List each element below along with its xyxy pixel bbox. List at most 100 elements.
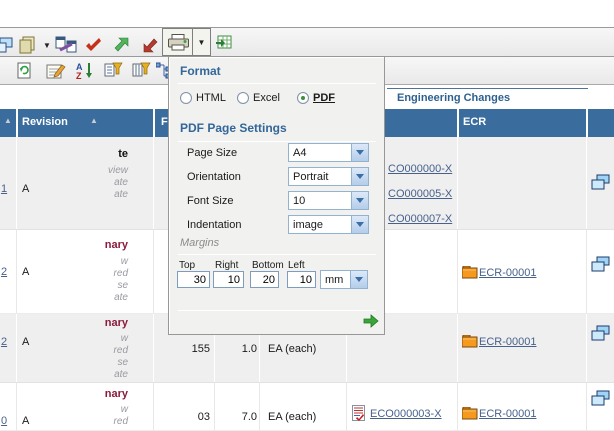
column-header-revision[interactable]: Revision — [22, 116, 68, 128]
font-size-label: Font Size — [187, 195, 233, 207]
lifecycle-phase-cell: nary w red se ate — [58, 317, 128, 381]
orientation-select[interactable]: Portrait — [288, 167, 369, 186]
chevron-down-icon[interactable] — [351, 192, 368, 209]
open-in-window-icon[interactable] — [591, 174, 610, 193]
folder-icon[interactable] — [462, 266, 478, 282]
item-number-link[interactable]: 1 — [1, 183, 7, 195]
app-window: ▼ AZ — [0, 0, 614, 431]
copy-icon[interactable] — [18, 36, 37, 54]
swap-windows-icon[interactable] — [55, 36, 77, 54]
margin-left-input[interactable] — [287, 271, 316, 288]
column-header-ecr[interactable]: ECR — [463, 116, 486, 128]
eco-link[interactable]: CO000007-X — [388, 213, 452, 225]
page-size-select[interactable]: A4 — [288, 143, 369, 162]
lifecycle-phase-cell: nary w red se ate — [58, 239, 128, 304]
edit-table-icon[interactable] — [46, 62, 66, 80]
sort-az-icon[interactable]: AZ — [76, 61, 94, 80]
ecr-link[interactable]: ECR-00001 — [479, 408, 536, 420]
find-num-value: 155 — [160, 343, 210, 355]
margin-bottom-label: Bottom — [252, 260, 284, 271]
indentation-select[interactable]: image — [288, 215, 369, 234]
print-options-dropdown-button[interactable]: ▼ — [192, 28, 211, 56]
column-header-find-num[interactable]: F — [161, 116, 168, 128]
chevron-down-icon[interactable] — [351, 144, 368, 161]
promote-arrow-icon[interactable] — [113, 37, 130, 53]
export-table-icon[interactable] — [216, 34, 232, 50]
qty-value: 7.0 — [217, 411, 257, 423]
radio-excel[interactable] — [237, 92, 249, 104]
item-number-link[interactable]: 0 — [1, 415, 7, 427]
margin-bottom-input[interactable] — [250, 271, 279, 288]
ecr-link[interactable]: ECR-00001 — [479, 336, 536, 348]
margins-section-title: Margins — [180, 237, 219, 249]
eco-link[interactable]: CO000005-X — [388, 188, 452, 200]
font-size-select[interactable]: 10 — [288, 191, 369, 210]
section-divider — [178, 83, 376, 84]
find-num-value: 03 — [160, 411, 210, 423]
radio-html[interactable] — [180, 92, 192, 104]
radio-excel-label[interactable]: Excel — [253, 92, 280, 104]
sort-asc-icon[interactable]: ▲ — [4, 116, 12, 125]
margin-top-label: Top — [179, 260, 195, 271]
chevron-down-icon[interactable] — [350, 271, 367, 288]
approve-check-icon[interactable] — [85, 38, 102, 52]
new-window-icon[interactable] — [0, 37, 15, 53]
apply-arrow-button[interactable] — [363, 314, 379, 328]
eco-link[interactable]: CO000000-X — [388, 163, 452, 175]
chevron-down-icon[interactable] — [351, 216, 368, 233]
orientation-label: Orientation — [187, 171, 241, 183]
lifecycle-phase-cell: te view ate ate — [58, 148, 128, 201]
group-header-engineering-changes: Engineering Changes — [397, 92, 510, 104]
section-divider — [178, 141, 376, 142]
eco-link[interactable]: ECO000003-X — [370, 408, 442, 420]
open-in-window-icon[interactable] — [591, 256, 610, 275]
radio-pdf-label[interactable]: PDF — [313, 92, 335, 104]
revision-value: A — [22, 336, 29, 348]
group-header-rule — [387, 88, 588, 89]
folder-icon[interactable] — [462, 335, 478, 351]
sort-asc-icon[interactable]: ▲ — [90, 116, 98, 125]
open-in-window-icon[interactable] — [591, 390, 610, 409]
item-number-link[interactable]: 2 — [1, 266, 7, 278]
uom-value: EA (each) — [268, 343, 316, 355]
radio-pdf[interactable] — [297, 92, 309, 104]
section-divider — [178, 254, 376, 255]
margin-left-label: Left — [288, 260, 305, 271]
table-row: 0 A nary w red 03 7.0 EA (each) ECO00000… — [0, 383, 614, 431]
indentation-label: Indentation — [187, 219, 241, 231]
revision-value: A — [22, 183, 29, 195]
radio-html-label[interactable]: HTML — [196, 92, 226, 104]
filter-list-icon[interactable] — [104, 62, 123, 78]
demote-arrow-icon[interactable] — [142, 37, 159, 53]
column-divider — [16, 109, 18, 137]
margin-unit-select[interactable]: mm — [320, 270, 368, 289]
item-number-link[interactable]: 2 — [1, 336, 7, 348]
column-divider — [153, 109, 155, 137]
revision-value: A — [22, 415, 29, 427]
page-size-label: Page Size — [187, 147, 237, 159]
eco-document-icon[interactable] — [352, 405, 365, 424]
refresh-view-icon[interactable] — [16, 62, 32, 80]
filter-columns-icon[interactable] — [132, 62, 151, 78]
pdf-settings-section-title: PDF Page Settings — [180, 121, 287, 135]
print-format-dialog: Format HTML Excel PDF PDF Page Settings … — [168, 56, 385, 335]
margin-right-label: Right — [215, 260, 238, 271]
printer-icon — [168, 34, 189, 54]
lifecycle-phase-cell: nary w red — [58, 388, 128, 428]
svg-text:Z: Z — [76, 71, 82, 80]
column-divider — [457, 109, 459, 137]
qty-value: 1.0 — [217, 343, 257, 355]
open-in-window-icon[interactable] — [591, 325, 610, 344]
margin-right-input[interactable] — [213, 271, 244, 288]
copy-dropdown-icon[interactable]: ▼ — [43, 41, 51, 50]
ecr-link[interactable]: ECR-00001 — [479, 267, 536, 279]
print-button[interactable] — [162, 28, 193, 56]
margin-top-input[interactable] — [177, 271, 210, 288]
chevron-down-icon[interactable] — [351, 168, 368, 185]
column-divider — [586, 109, 588, 137]
folder-icon[interactable] — [462, 407, 478, 423]
toolbar-main: ▼ — [0, 27, 614, 56]
section-divider — [178, 310, 376, 311]
uom-value: EA (each) — [268, 411, 316, 423]
chevron-down-icon: ▼ — [198, 38, 206, 47]
